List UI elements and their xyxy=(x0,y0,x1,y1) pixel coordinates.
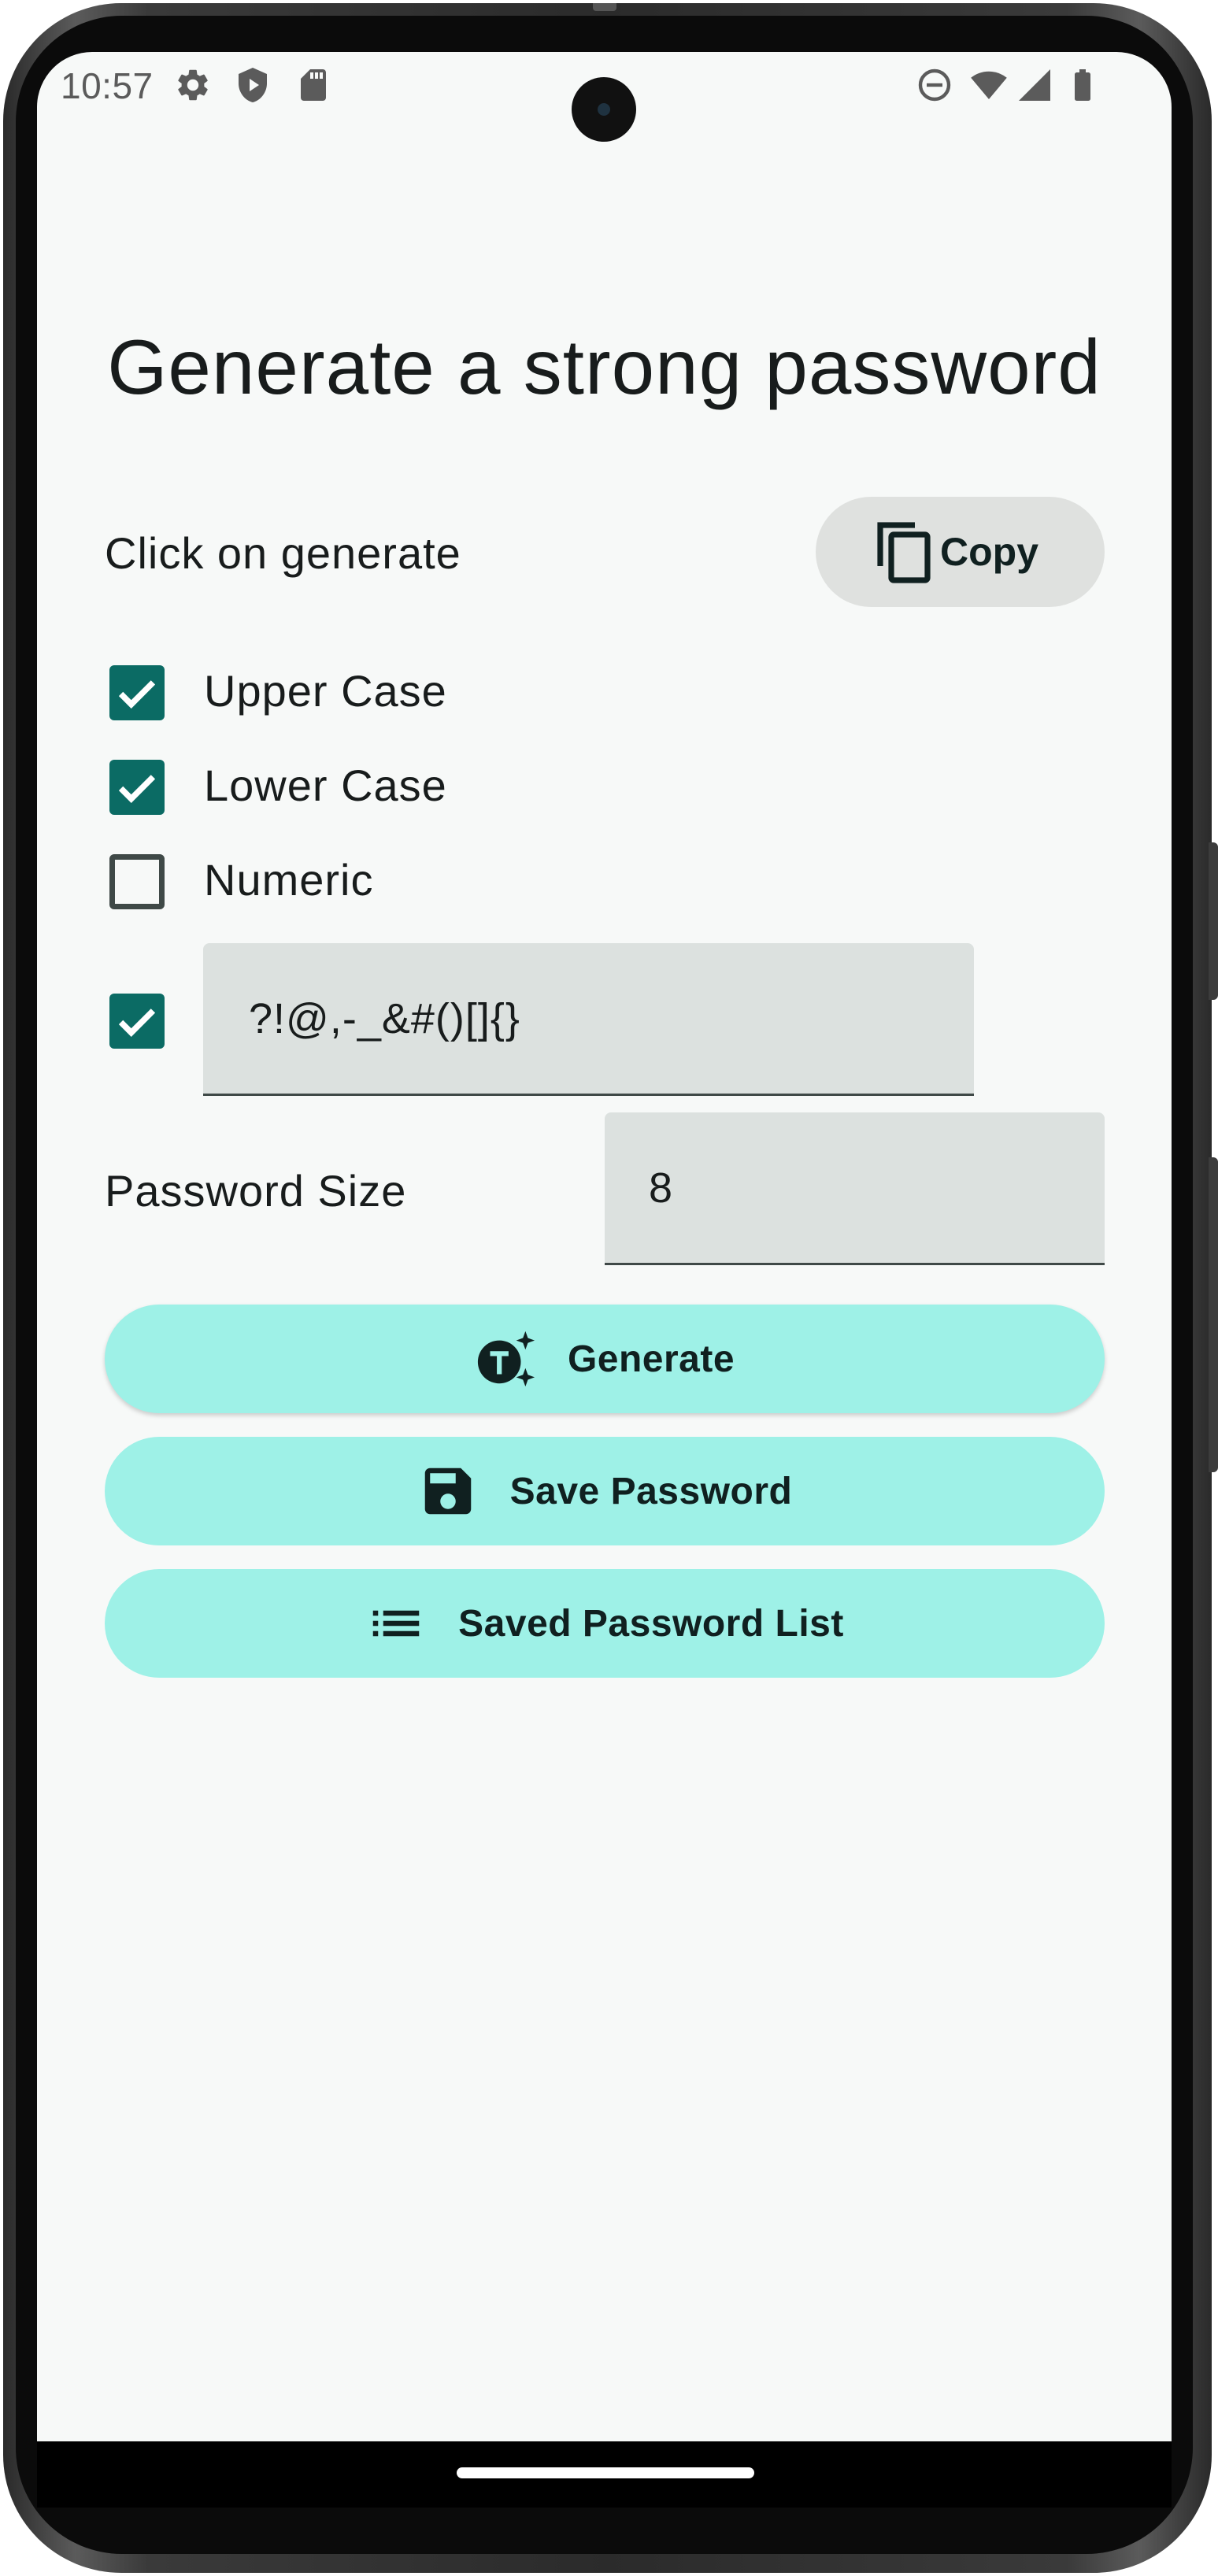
generated-password-text: Click on generate xyxy=(105,528,461,578)
copy-button[interactable]: Copy xyxy=(816,497,1105,607)
save-icon xyxy=(417,1460,479,1522)
power-button xyxy=(1209,1157,1218,1472)
front-camera xyxy=(572,77,636,142)
sd-card-icon xyxy=(294,66,332,104)
status-time: 10:57 xyxy=(61,65,154,106)
battery-icon xyxy=(1064,66,1101,104)
lower-case-label: Lower Case xyxy=(204,761,447,810)
home-gesture-handle[interactable] xyxy=(457,2467,754,2478)
frame-top-detail xyxy=(593,3,616,11)
saved-password-list-button-label: Saved Password List xyxy=(458,1602,844,1645)
check-icon xyxy=(118,680,156,709)
list-icon xyxy=(365,1593,427,1654)
check-icon xyxy=(118,775,156,803)
generate-button[interactable]: Generate xyxy=(105,1305,1105,1413)
shield-play-icon xyxy=(234,66,272,104)
page-title: Generate a strong password xyxy=(107,324,1101,410)
auto-awesome-icon xyxy=(475,1328,536,1390)
wifi-icon xyxy=(970,66,1008,104)
page: 10:57 Generate a strong password Click o… xyxy=(0,0,1218,2576)
generate-button-label: Generate xyxy=(567,1338,735,1380)
do-not-disturb-icon xyxy=(916,66,953,104)
password-size-field[interactable]: 8 xyxy=(605,1112,1105,1265)
special-chars-field[interactable]: ?!@,-_&#()[]{} xyxy=(203,943,974,1096)
special-chars-checkbox[interactable] xyxy=(109,994,165,1049)
signal-icon xyxy=(1016,66,1053,104)
numeric-label: Numeric xyxy=(204,855,374,905)
save-password-button-label: Save Password xyxy=(509,1470,793,1512)
upper-case-checkbox[interactable] xyxy=(109,665,165,720)
saved-password-list-button[interactable]: Saved Password List xyxy=(105,1569,1105,1678)
check-icon xyxy=(118,1009,156,1037)
numeric-checkbox[interactable] xyxy=(109,854,165,909)
copy-icon xyxy=(874,519,934,585)
gear-icon xyxy=(174,66,212,104)
volume-button xyxy=(1209,842,1218,1000)
save-password-button[interactable]: Save Password xyxy=(105,1437,1105,1545)
password-size-label: Password Size xyxy=(105,1166,407,1216)
upper-case-label: Upper Case xyxy=(204,666,447,716)
copy-button-label: Copy xyxy=(940,530,1038,574)
lower-case-checkbox[interactable] xyxy=(109,760,165,815)
